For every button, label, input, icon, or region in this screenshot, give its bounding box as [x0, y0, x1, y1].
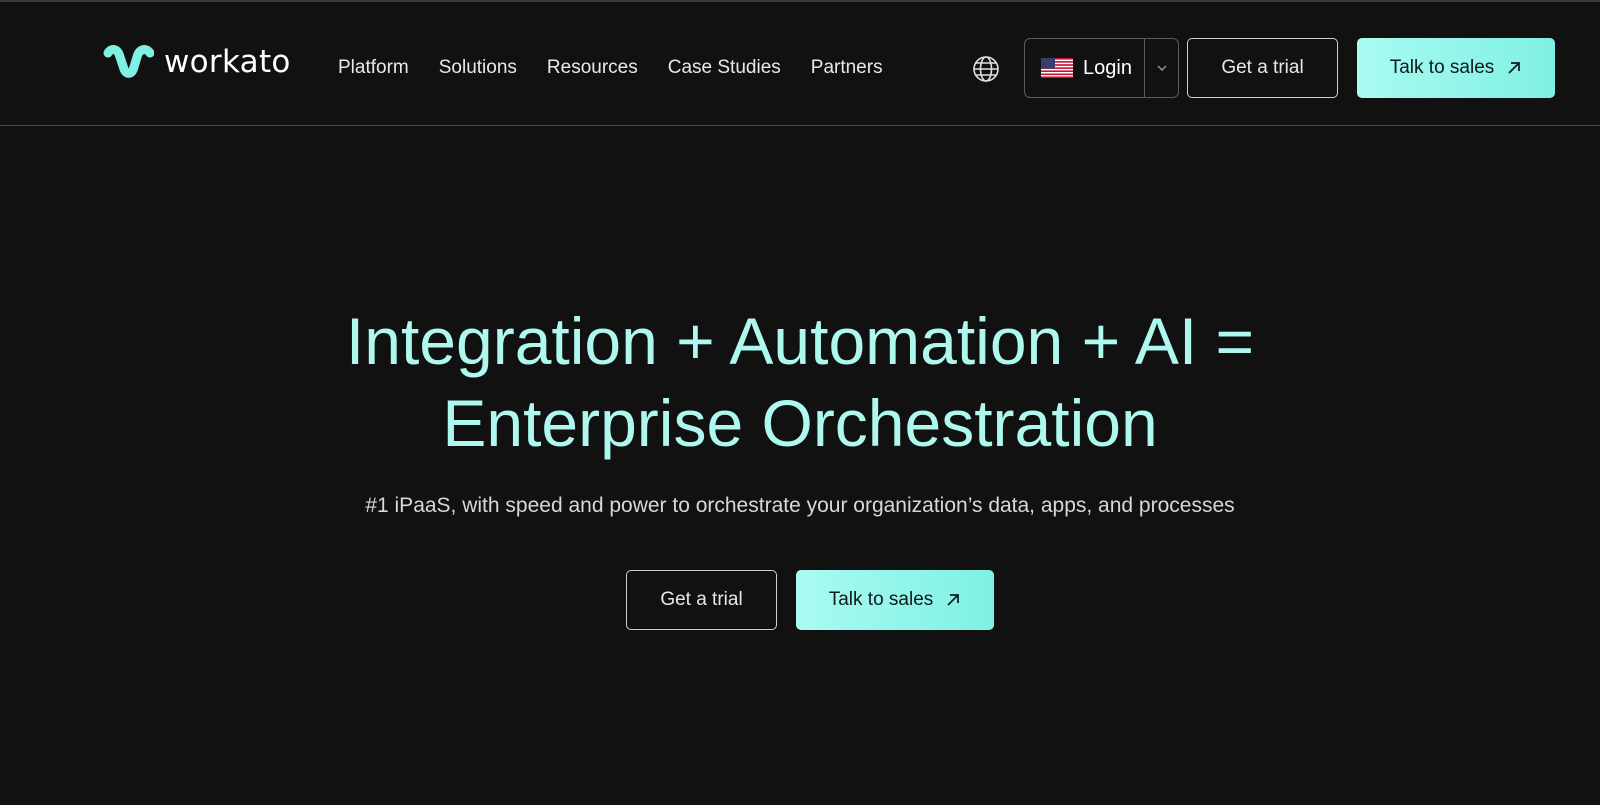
arrow-up-right-icon — [1508, 62, 1521, 74]
hero-title-line-2: Enterprise Orchestration — [442, 386, 1158, 460]
nav-item-platform[interactable]: Platform — [338, 54, 409, 82]
main-nav: Platform Solutions Resources Case Studie… — [338, 54, 913, 82]
page: workato Platform Solutions Resources Cas… — [0, 0, 1600, 805]
globe-icon[interactable] — [972, 55, 1000, 83]
login-dropdown-toggle[interactable] — [1144, 39, 1178, 97]
hero-talk-to-sales-button[interactable]: Talk to sales — [796, 570, 994, 630]
site-header: workato Platform Solutions Resources Cas… — [0, 2, 1600, 126]
nav-item-resources[interactable]: Resources — [547, 54, 638, 82]
header-get-trial-label: Get a trial — [1221, 57, 1304, 78]
brand-name: workato — [164, 44, 291, 80]
chevron-down-icon — [1157, 65, 1166, 71]
nav-item-solutions[interactable]: Solutions — [439, 54, 517, 82]
nav-item-case-studies[interactable]: Case Studies — [668, 54, 781, 82]
login-button[interactable]: Login — [1025, 39, 1144, 97]
nav-item-partners[interactable]: Partners — [811, 54, 883, 82]
workato-logo[interactable]: workato — [102, 42, 291, 82]
arrow-up-right-icon — [947, 594, 960, 606]
header-talk-to-sales-button[interactable]: Talk to sales — [1357, 38, 1555, 98]
hero-talk-to-sales-label: Talk to sales — [828, 589, 934, 610]
hero-get-trial-button[interactable]: Get a trial — [626, 570, 777, 630]
header-talk-to-sales-label: Talk to sales — [1389, 57, 1495, 78]
workato-logo-icon — [103, 45, 154, 78]
us-flag-icon — [1041, 58, 1073, 78]
login-group: Login — [1024, 38, 1179, 98]
header-get-trial-button[interactable]: Get a trial — [1187, 38, 1338, 98]
login-label: Login — [1083, 56, 1132, 79]
hero-get-trial-label: Get a trial — [660, 589, 743, 610]
hero-title-line-1: Integration + Automation + AI = — [345, 304, 1255, 378]
hero-subtitle: #1 iPaaS, with speed and power to orches… — [365, 494, 1235, 517]
hero-title: Integration + Automation + AI = Enterpri… — [200, 300, 1400, 464]
